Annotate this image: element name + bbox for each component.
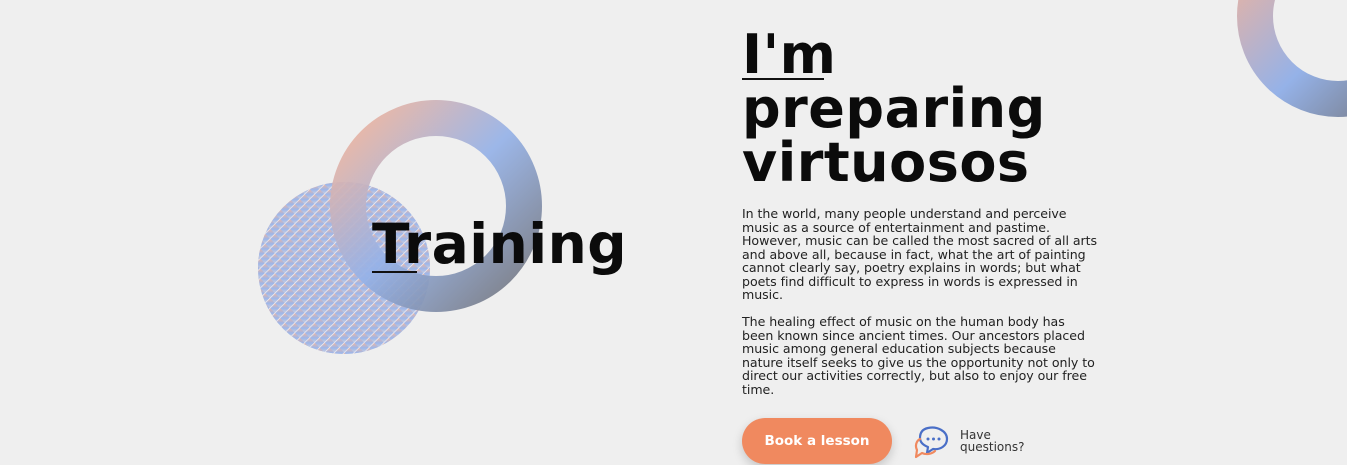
hero-title-line: virtuosos — [742, 131, 1030, 194]
hero-title: I'm preparing virtuosos — [742, 28, 1046, 190]
intro-text: In the world, many people understand and… — [742, 207, 1098, 410]
chat-bubbles-icon — [914, 426, 949, 459]
book-lesson-button[interactable]: Book a lesson — [742, 418, 892, 464]
section-title-underline — [372, 271, 417, 273]
have-questions-link[interactable]: Have questions? — [914, 422, 1040, 460]
section-title: Training — [372, 212, 628, 276]
hero-title-underline — [742, 78, 824, 80]
corner-ring — [1237, 0, 1347, 117]
hero-title-line: preparing — [742, 77, 1046, 140]
have-questions-label: Have questions? — [960, 428, 1025, 454]
intro-paragraph: In the world, many people understand and… — [742, 206, 1098, 302]
hero-title-line: I'm — [742, 23, 837, 86]
intro-paragraph: The healing effect of music on the human… — [742, 314, 1095, 397]
